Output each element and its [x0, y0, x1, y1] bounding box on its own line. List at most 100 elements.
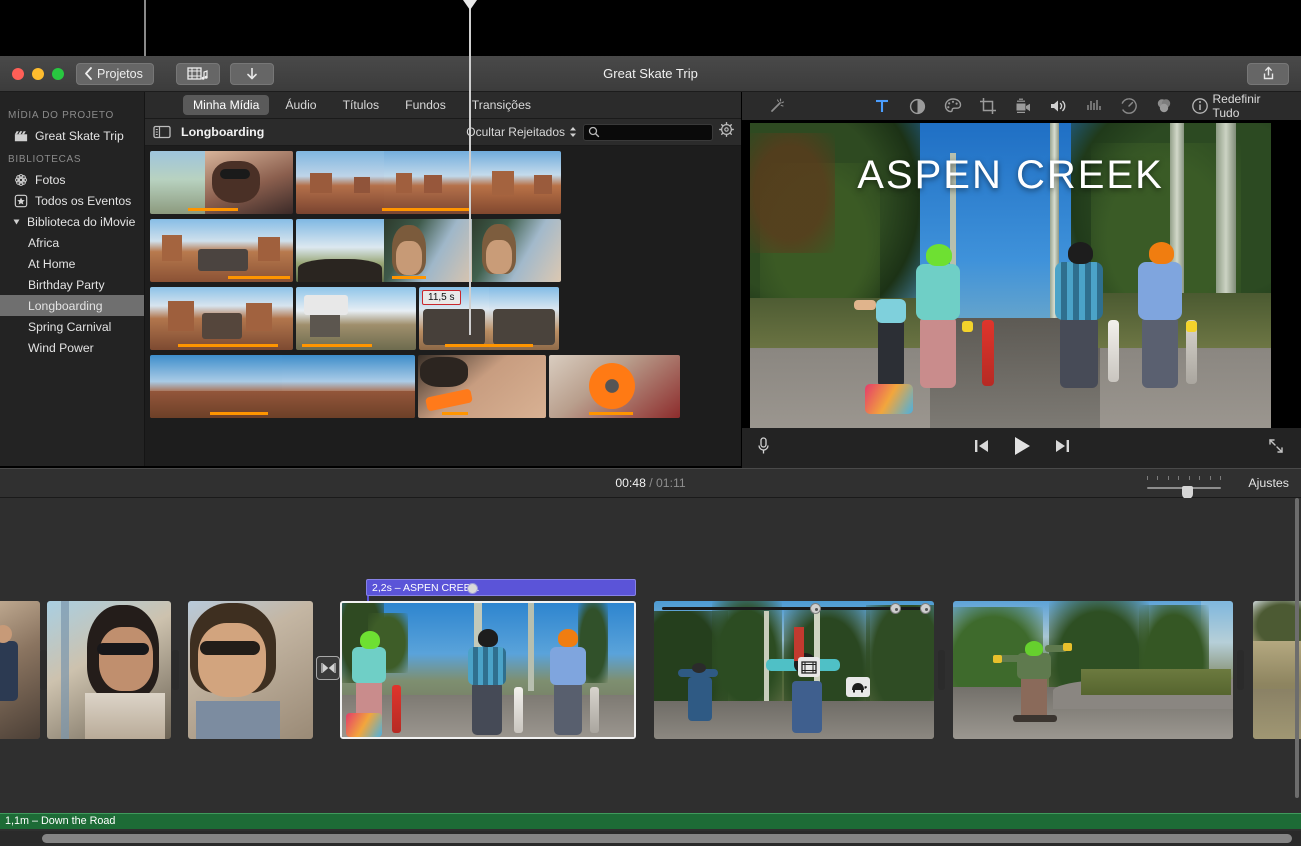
- used-indicator: [442, 412, 468, 415]
- clip-trim-handle[interactable]: [172, 650, 179, 690]
- timeline-settings-button[interactable]: Ajustes: [1248, 476, 1289, 490]
- gear-icon[interactable]: [719, 122, 734, 142]
- media-thumbnail[interactable]: [296, 219, 561, 282]
- sidebar-item-spring-carnival[interactable]: Spring Carnival: [0, 316, 144, 337]
- fullscreen-expand-icon[interactable]: [1267, 437, 1285, 460]
- browser-search-box[interactable]: [583, 124, 713, 141]
- crop-icon[interactable]: [975, 95, 1000, 117]
- keyframe-marker[interactable]: [810, 603, 821, 614]
- keyframe-marker[interactable]: [920, 603, 931, 614]
- slow-motion-turtle-icon[interactable]: [846, 677, 870, 697]
- timeline-title-clip[interactable]: 2,2s – ASPEN CREE...: [366, 579, 636, 596]
- media-thumbnail[interactable]: [150, 355, 415, 418]
- sidebar-item-biblioteca-do-imovie[interactable]: Biblioteca do iMovie: [0, 211, 144, 232]
- sidebar-item-great-skate-trip[interactable]: Great Skate Trip: [0, 125, 144, 146]
- browser-header: Longboarding Ocultar Rejeitados: [145, 119, 741, 146]
- media-thumbnail[interactable]: [296, 151, 561, 214]
- color-correction-palette-icon[interactable]: [940, 95, 965, 117]
- sidebar-item-todos-os-eventos[interactable]: Todos os Eventos: [0, 190, 144, 211]
- keyframe-marker[interactable]: [890, 603, 901, 614]
- media-row: [150, 219, 561, 282]
- media-row: [150, 355, 680, 418]
- media-thumbnail[interactable]: [150, 219, 293, 282]
- sidebar-item-fotos[interactable]: Fotos: [0, 169, 144, 190]
- disclosure-triangle-icon[interactable]: [14, 219, 20, 224]
- timeline-vertical-scrollbar[interactable]: [1294, 498, 1301, 798]
- skip-next-icon[interactable]: [1054, 438, 1071, 459]
- timeline-clip[interactable]: [953, 601, 1233, 739]
- timeline-clip[interactable]: [654, 601, 934, 739]
- media-thumbnail[interactable]: [296, 287, 416, 350]
- media-browser-grid[interactable]: 11,5 s: [145, 146, 741, 466]
- tab-fundos[interactable]: Fundos: [395, 95, 456, 115]
- minimize-button[interactable]: [32, 68, 44, 80]
- timeline-transition[interactable]: [316, 656, 340, 680]
- scrollbar-thumb[interactable]: [1295, 498, 1299, 798]
- scrollbar-thumb[interactable]: [42, 834, 1292, 843]
- reset-all-button[interactable]: Redefinir Tudo: [1213, 92, 1290, 120]
- media-thumbnail[interactable]: [150, 151, 293, 214]
- star-badge-icon: [14, 194, 28, 208]
- sidebar-item-at-home[interactable]: At Home: [0, 253, 144, 274]
- noise-reduction-equalizer-icon[interactable]: [1081, 95, 1106, 117]
- browser-event-title: Longboarding: [181, 125, 264, 139]
- timeline-clip[interactable]: [188, 601, 313, 739]
- timeline-toolbar[interactable]: 00:48 / 01:11 Ajustes: [0, 468, 1301, 498]
- transport-controls[interactable]: [742, 435, 1301, 462]
- clip-trim-handle[interactable]: [40, 650, 47, 690]
- sidebar-item-africa[interactable]: Africa: [0, 232, 144, 253]
- information-icon[interactable]: [1187, 95, 1212, 117]
- viewer-toolbar[interactable]: Redefinir Tudo: [742, 92, 1301, 120]
- tab-minha-midia[interactable]: Minha Mídia: [183, 95, 269, 115]
- volume-speaker-icon[interactable]: [1046, 95, 1071, 117]
- clip-trim-handle[interactable]: [1237, 650, 1244, 690]
- zoom-slider-track[interactable]: [1147, 487, 1221, 489]
- media-row: 11,5 s: [150, 287, 559, 350]
- timeline-horizontal-scrollbar[interactable]: [0, 831, 1301, 846]
- media-thumbnail[interactable]: [418, 355, 546, 418]
- timeline-clip[interactable]: [0, 601, 40, 739]
- enhance-magic-wand-icon[interactable]: [764, 95, 789, 117]
- viewer-playback-bar[interactable]: [742, 428, 1301, 468]
- media-thumbnail[interactable]: [150, 287, 293, 350]
- timeline-zoom-slider[interactable]: [1147, 482, 1221, 484]
- skip-previous-icon[interactable]: [973, 438, 990, 459]
- download-arrow-icon: [245, 66, 259, 81]
- duration-badge: 11,5 s: [422, 290, 461, 305]
- stabilization-film-icon[interactable]: [798, 657, 820, 677]
- tab-transicoes[interactable]: Transições: [462, 95, 541, 115]
- sidebar[interactable]: MÍDIA DO PROJETO Great Skate Trip BIBLIO…: [0, 92, 145, 466]
- browser-tabbar[interactable]: Minha Mídia Áudio Títulos Fundos Transiç…: [145, 92, 741, 119]
- browser-filter-control[interactable]: Ocultar Rejeitados: [466, 125, 577, 139]
- stepper-updown-icon[interactable]: [569, 126, 577, 138]
- speed-gauge-icon[interactable]: [1116, 95, 1141, 117]
- close-button[interactable]: [12, 68, 24, 80]
- sidebar-item-wind-power[interactable]: Wind Power: [0, 337, 144, 358]
- sidebar-item-longboarding[interactable]: Longboarding: [0, 295, 144, 316]
- share-button[interactable]: [1247, 63, 1289, 85]
- timeline-clip[interactable]: [47, 601, 171, 739]
- color-balance-icon[interactable]: [905, 95, 930, 117]
- back-to-projects-button[interactable]: Projetos: [76, 63, 154, 85]
- media-row: [150, 151, 561, 214]
- play-icon[interactable]: [1012, 435, 1032, 462]
- gear-glyph: [719, 122, 734, 137]
- sidebar-panel-icon[interactable]: [153, 125, 171, 139]
- tab-audio[interactable]: Áudio: [275, 95, 326, 115]
- clip-keyframe-bar[interactable]: [662, 607, 926, 610]
- filters-overlay-icon[interactable]: [1152, 95, 1177, 117]
- media-thumbnail[interactable]: [549, 355, 680, 418]
- timeline-clip[interactable]: [340, 601, 636, 739]
- title-clip-handle[interactable]: [467, 583, 478, 594]
- media-thumbnail[interactable]: 11,5 s: [419, 287, 559, 350]
- tab-titulos[interactable]: Títulos: [333, 95, 390, 115]
- clip-trim-handle[interactable]: [938, 650, 945, 690]
- titles-text-icon[interactable]: [869, 95, 894, 117]
- zoom-button[interactable]: [52, 68, 64, 80]
- timeline-playhead[interactable]: [469, 0, 471, 335]
- sidebar-item-birthday-party[interactable]: Birthday Party: [0, 274, 144, 295]
- import-media-button[interactable]: [176, 63, 220, 85]
- stabilization-camera-icon[interactable]: [1011, 95, 1036, 117]
- timeline-audio-clip[interactable]: 1,1m – Down the Road: [0, 813, 1301, 829]
- download-button[interactable]: [230, 63, 274, 85]
